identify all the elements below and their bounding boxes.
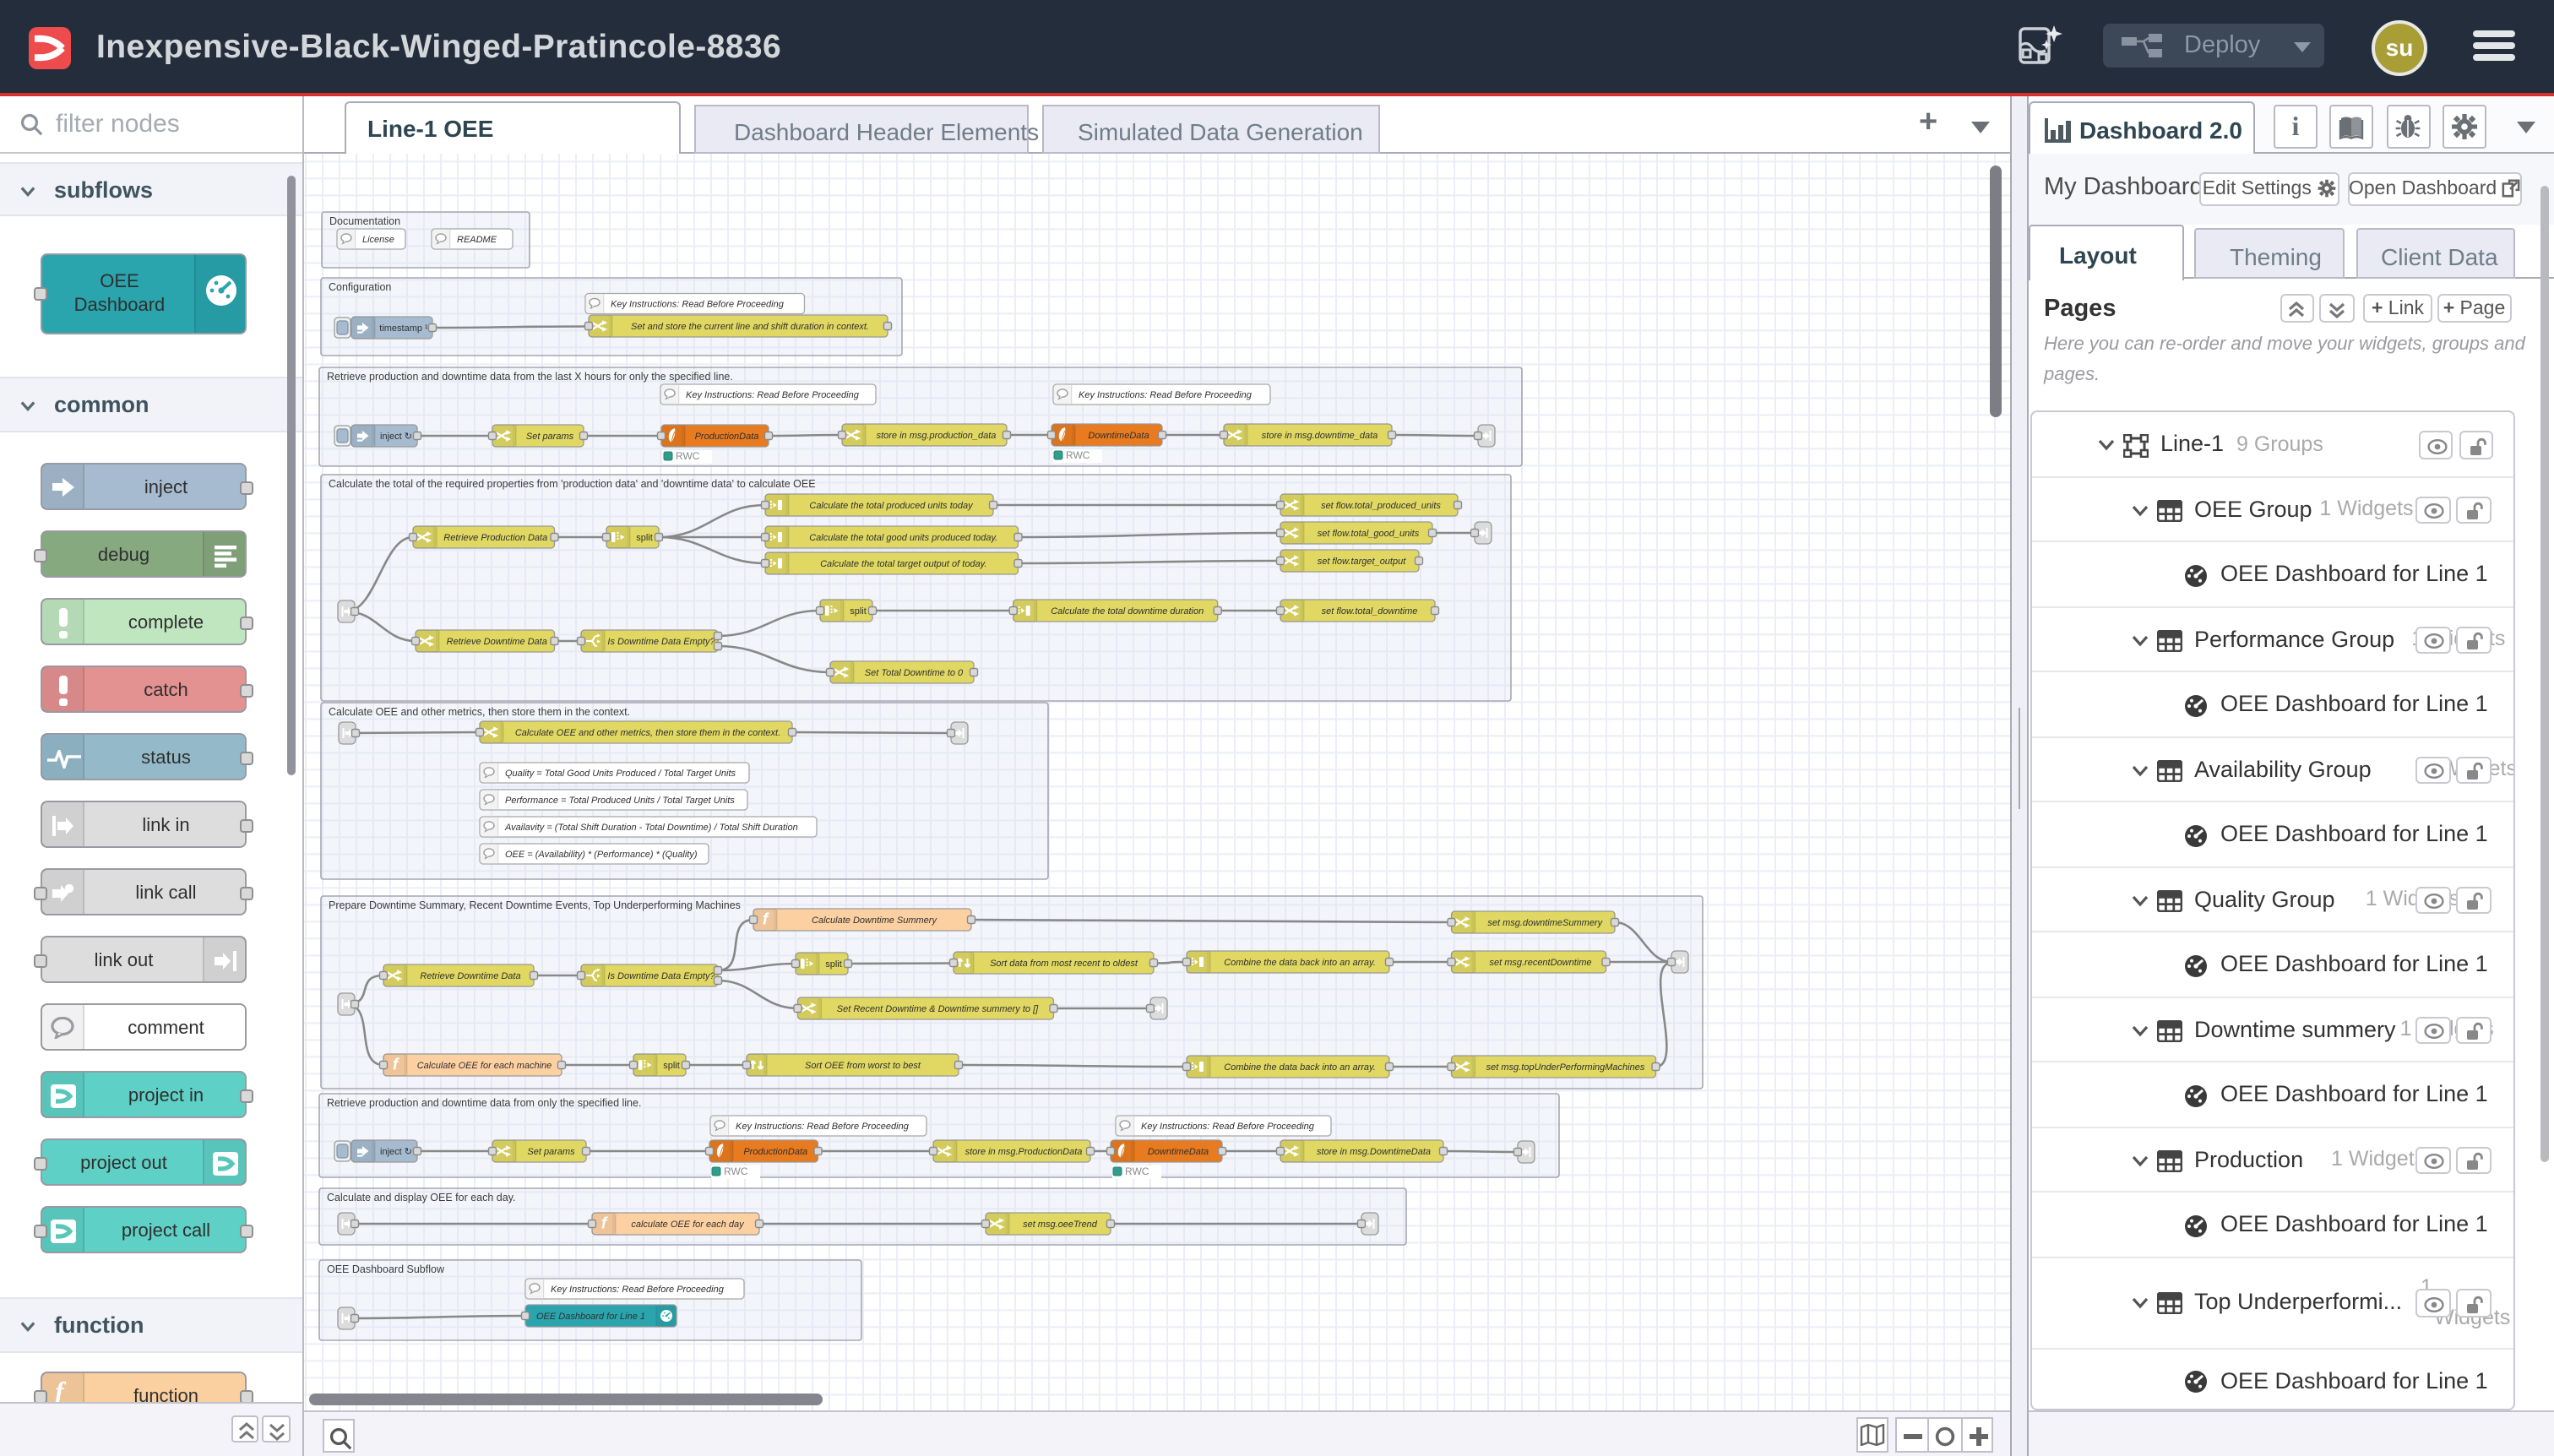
- svg-text:OEE Dashboard Subflow: OEE Dashboard Subflow: [327, 1264, 445, 1276]
- svg-text:Set and store the current line: Set and store the current line and shift…: [631, 323, 869, 333]
- svg-text:Prepare Downtime Summary, Rece: Prepare Downtime Summary, Recent Downtim…: [329, 900, 741, 912]
- svg-text:Sort OEE from worst to best: Sort OEE from worst to best: [805, 1062, 921, 1072]
- svg-text:set flow.target_output: set flow.target_output: [1318, 557, 1407, 568]
- svg-text:split: split: [850, 607, 867, 617]
- svg-text:Key Instructions: Read Before: Key Instructions: Read Before Proceeding: [686, 391, 860, 401]
- svg-text:Set Recent Downtime & Downtime: Set Recent Downtime & Downtime summery t…: [837, 1005, 1039, 1015]
- svg-text:store in msg.ProductionData: store in msg.ProductionData: [965, 1148, 1083, 1158]
- svg-text:Configuration: Configuration: [329, 282, 391, 294]
- svg-text:Calculate the total target out: Calculate the total target output of tod…: [820, 560, 986, 570]
- svg-text:Availavity = (Total Shift Dura: Availavity = (Total Shift Duration - Tot…: [504, 823, 798, 834]
- svg-text:set msg.recentDowntime: set msg.recentDowntime: [1489, 959, 1591, 969]
- svg-text:timestamp ¹: timestamp ¹: [379, 324, 428, 334]
- svg-text:inject ↻: inject ↻: [380, 1148, 412, 1158]
- svg-text:Retrieve Production Data: Retrieve Production Data: [443, 534, 547, 544]
- svg-text:Combine the data back into an: Combine the data back into an array.: [1224, 1063, 1376, 1073]
- svg-text:Retrieve production and downti: Retrieve production and downtime data fr…: [327, 1098, 641, 1110]
- svg-text:Quality = Total Good Units Pro: Quality = Total Good Units Produced / To…: [505, 769, 736, 780]
- svg-text:set flow.total_produced_units: set flow.total_produced_units: [1321, 502, 1441, 512]
- svg-text:calculate OEE for each day: calculate OEE for each day: [631, 1220, 745, 1231]
- svg-text:Set params: Set params: [527, 1148, 575, 1158]
- svg-text:set msg.topUnderPerformingMach: set msg.topUnderPerformingMachines: [1486, 1063, 1645, 1073]
- svg-text:Calculate OEE and other metric: Calculate OEE and other metrics, then st…: [329, 707, 630, 719]
- svg-text:Calculate and display OEE for: Calculate and display OEE for each day.: [327, 1193, 516, 1204]
- svg-text:set flow.total_downtime: set flow.total_downtime: [1322, 607, 1418, 617]
- svg-text:set msg.oeeTrend: set msg.oeeTrend: [1023, 1220, 1098, 1231]
- svg-text:ProductionData: ProductionData: [695, 432, 759, 443]
- svg-text:Documentation: Documentation: [329, 216, 400, 228]
- svg-text:License: License: [362, 236, 394, 246]
- svg-text:Calculate the total of the req: Calculate the total of the required prop…: [329, 479, 816, 491]
- svg-text:set msg.downtimeSummery: set msg.downtimeSummery: [1487, 919, 1603, 929]
- svg-text:Calculate Downtime Summery: Calculate Downtime Summery: [812, 916, 937, 926]
- svg-text:Key Instructions: Read Before: Key Instructions: Read Before Proceeding: [1141, 1122, 1315, 1133]
- svg-text:set flow.total_good_units: set flow.total_good_units: [1318, 530, 1420, 540]
- svg-text:Retrieve Downtime Data: Retrieve Downtime Data: [420, 972, 520, 982]
- svg-text:RWC: RWC: [676, 451, 700, 463]
- svg-text:Calculate the total good units: Calculate the total good units produced …: [809, 534, 997, 544]
- svg-text:RWC: RWC: [1125, 1166, 1149, 1178]
- svg-text:Calculate the total produced u: Calculate the total produced units today: [809, 502, 974, 512]
- svg-text:split: split: [636, 534, 653, 544]
- svg-text:RWC: RWC: [1066, 450, 1090, 462]
- svg-text:Set params: Set params: [526, 432, 574, 443]
- svg-text:Set Total Downtime to 0: Set Total Downtime to 0: [865, 669, 964, 679]
- svg-text:OEE Dashboard for Line 1: OEE Dashboard for Line 1: [536, 1312, 645, 1323]
- svg-text:store in msg.DowntimeData: store in msg.DowntimeData: [1317, 1148, 1431, 1158]
- svg-text:Key Instructions: Read Before: Key Instructions: Read Before Proceeding: [551, 1285, 725, 1296]
- svg-text:Calculate OEE for each machine: Calculate OEE for each machine: [417, 1062, 552, 1072]
- svg-text:OEE = (Availability) * (Perfor: OEE = (Availability) * (Performance) * (…: [505, 850, 698, 861]
- svg-text:RWC: RWC: [724, 1166, 748, 1178]
- svg-text:store in msg.downtime_data: store in msg.downtime_data: [1262, 432, 1378, 442]
- svg-text:Combine the data back into an: Combine the data back into an array.: [1224, 959, 1376, 969]
- svg-text:Retrieve production and downti: Retrieve production and downtime data fr…: [327, 372, 733, 383]
- svg-text:Is Downtime Data Empty?: Is Downtime Data Empty?: [607, 972, 715, 982]
- svg-text:Retrieve Downtime Data: Retrieve Downtime Data: [447, 638, 547, 648]
- svg-text:Key Instructions: Read Before: Key Instructions: Read Before Proceeding: [611, 300, 785, 310]
- svg-text:DowntimeData: DowntimeData: [1088, 432, 1149, 442]
- svg-text:store in msg.production_data: store in msg.production_data: [877, 432, 997, 442]
- svg-text:split: split: [825, 960, 842, 970]
- svg-text:Sort data from most recent to: Sort data from most recent to oldest: [990, 959, 1138, 970]
- svg-text:Key Instructions: Read Before: Key Instructions: Read Before Proceeding: [1079, 391, 1253, 401]
- svg-text:inject ↻: inject ↻: [380, 432, 412, 443]
- svg-text:Performance = Total Produced U: Performance = Total Produced Units / Tot…: [505, 796, 735, 807]
- svg-text:split: split: [663, 1062, 680, 1072]
- svg-text:ProductionData: ProductionData: [743, 1148, 807, 1158]
- svg-text:Calculate the total downtime d: Calculate the total downtime duration: [1051, 607, 1204, 617]
- svg-text:Key Instructions: Read Before: Key Instructions: Read Before Proceeding: [736, 1122, 910, 1133]
- svg-text:Is Downtime Data Empty?: Is Downtime Data Empty?: [607, 638, 715, 648]
- svg-text:Calculate OEE and other metric: Calculate OEE and other metrics, then st…: [515, 729, 780, 739]
- svg-text:README: README: [457, 236, 497, 246]
- svg-text:DowntimeData: DowntimeData: [1148, 1148, 1209, 1158]
